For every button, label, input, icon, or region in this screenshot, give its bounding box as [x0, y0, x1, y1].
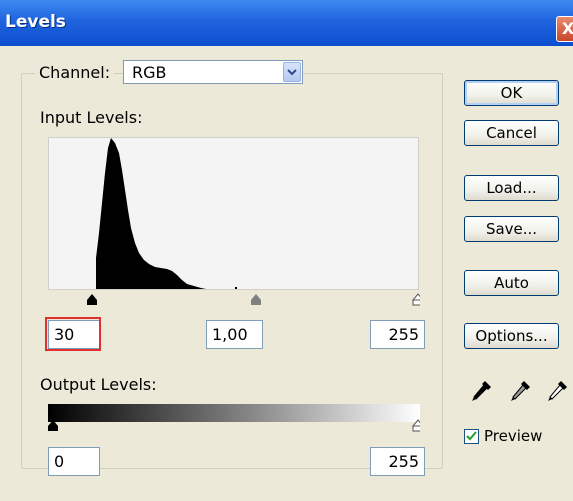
checkmark-icon: [466, 431, 477, 441]
black-eyedropper-icon[interactable]: [470, 373, 494, 403]
highlight-box: [45, 317, 101, 351]
output-white-field[interactable]: 255: [370, 447, 425, 476]
black-point-slider[interactable]: [87, 294, 97, 305]
output-slider[interactable]: [48, 417, 425, 433]
preview-checkbox[interactable]: [464, 429, 479, 444]
output-black-field[interactable]: 0: [48, 447, 100, 476]
output-levels-label: Output Levels:: [40, 375, 157, 394]
white-eyedropper-icon[interactable]: [546, 373, 570, 403]
title-bar: Levels X: [0, 0, 573, 46]
ok-button[interactable]: OK: [464, 80, 559, 106]
input-gamma-field[interactable]: 1,00: [206, 320, 263, 349]
histogram-graph: [96, 138, 237, 289]
load-button[interactable]: Load...: [464, 175, 559, 201]
input-levels-label: Input Levels:: [40, 108, 143, 127]
save-button[interactable]: Save...: [464, 216, 559, 242]
chevron-down-icon: [287, 69, 297, 76]
close-button[interactable]: X: [556, 16, 573, 42]
window-title: Levels: [5, 12, 66, 32]
cancel-button[interactable]: Cancel: [464, 120, 559, 146]
gamma-slider[interactable]: [251, 294, 261, 305]
output-white-slider[interactable]: [411, 419, 425, 432]
channel-select[interactable]: RGB: [123, 60, 303, 84]
input-white-field[interactable]: 255: [370, 320, 425, 349]
white-point-slider[interactable]: [411, 293, 425, 306]
dropdown-button[interactable]: [283, 62, 301, 82]
close-icon: X: [561, 19, 573, 38]
histogram: [48, 137, 419, 290]
channel-label: Channel:: [35, 63, 115, 82]
gray-eyedropper-icon[interactable]: [509, 373, 533, 403]
output-black-slider[interactable]: [48, 420, 58, 431]
auto-button[interactable]: Auto: [464, 270, 559, 296]
input-slider[interactable]: [48, 291, 425, 307]
options-button[interactable]: Options...: [464, 323, 559, 349]
channel-value: RGB: [132, 63, 167, 82]
preview-label: Preview: [484, 427, 543, 445]
